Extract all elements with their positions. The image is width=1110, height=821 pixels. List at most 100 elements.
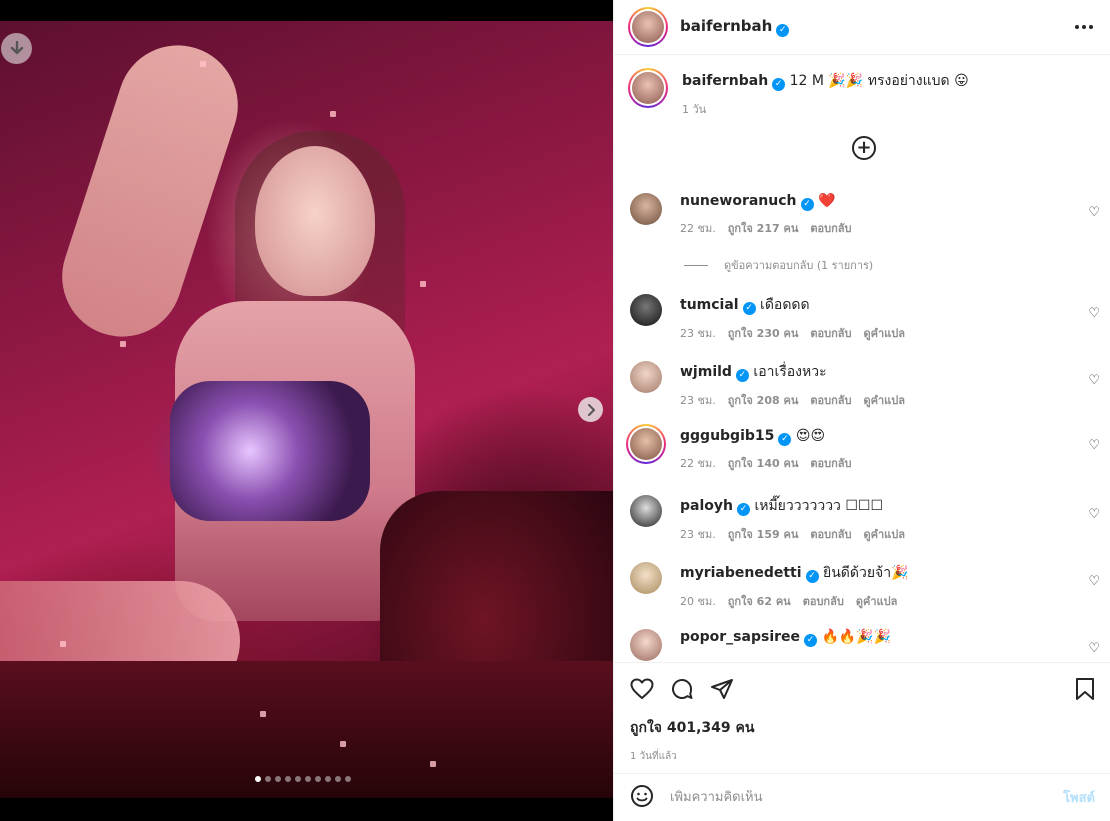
carousel-dot xyxy=(315,776,321,782)
author-avatar[interactable] xyxy=(628,68,668,108)
avatar[interactable] xyxy=(630,629,662,661)
reply-button[interactable]: ตอบกลับ xyxy=(810,394,851,407)
translate-button[interactable]: ดูคำแปล xyxy=(856,595,898,608)
caption-age: 1 วัน xyxy=(682,103,707,116)
heart-icon[interactable]: ♡ xyxy=(1088,205,1100,220)
reply-button[interactable]: ตอบกลับ xyxy=(810,222,851,235)
heart-icon[interactable]: ♡ xyxy=(1088,507,1100,522)
chevron-right-icon[interactable] xyxy=(578,397,603,422)
download-icon[interactable] xyxy=(1,33,32,64)
avatar[interactable] xyxy=(630,294,662,326)
confetti xyxy=(420,281,426,287)
comment-text: เอาเรื่องหวะ xyxy=(753,364,827,380)
confetti xyxy=(200,61,206,67)
heart-icon[interactable]: ♡ xyxy=(1088,373,1100,388)
comment-likes[interactable]: ถูกใจ 208 คน xyxy=(728,394,799,407)
more-options-icon[interactable] xyxy=(1072,25,1096,29)
avatar[interactable] xyxy=(630,495,662,527)
post-actions: ถูกใจ 401,349 คน 1 วันที่แล้ว xyxy=(614,662,1110,773)
carousel-dot xyxy=(335,776,341,782)
comment-text: ยินดีด้วยจ้า🎉 xyxy=(823,565,909,581)
comment-item: gggubgib15 ✓ 😍😍 22 ชม. ถูกใจ 140 คน ตอบกลับ… xyxy=(626,424,1100,472)
verified-badge-icon: ✓ xyxy=(736,502,750,516)
caption-text: 🎉🎉 ทรงอย่างแบด 😛 xyxy=(828,73,969,89)
view-replies[interactable]: ดูข้อความตอบกลับ (1 รายการ) xyxy=(684,256,873,274)
heart-icon[interactable] xyxy=(630,678,654,704)
comment-icon[interactable] xyxy=(670,677,694,705)
comment-likes[interactable]: ถูกใจ 140 คน xyxy=(728,457,799,470)
post-header: baifernbah ✓ xyxy=(614,0,1110,55)
heart-icon[interactable]: ♡ xyxy=(1088,641,1100,656)
post-photo[interactable] xyxy=(0,21,613,798)
comment-username[interactable]: myriabenedetti xyxy=(680,565,802,581)
confetti xyxy=(120,341,126,347)
comment-likes[interactable]: ถูกใจ 230 คน xyxy=(728,327,799,340)
comment-username[interactable]: tumcial xyxy=(680,297,739,313)
bookmark-icon[interactable] xyxy=(1075,677,1095,705)
comment-likes[interactable]: ถูกใจ 159 คน xyxy=(728,528,799,541)
verified-badge-icon: ✓ xyxy=(805,569,819,583)
confetti xyxy=(340,741,346,747)
post-age: 1 วันที่แล้ว xyxy=(630,751,677,762)
translate-button[interactable]: ดูคำแปล xyxy=(863,327,905,340)
comment-age: 23 ชม. xyxy=(680,327,716,340)
comment-age: 23 ชม. xyxy=(680,528,716,541)
comment-item: popor_sapsiree ✓ 🔥🔥🎉🎉 ♡ xyxy=(630,629,1100,661)
heart-icon[interactable]: ♡ xyxy=(1088,306,1100,321)
likes-count[interactable]: ถูกใจ 401,349 คน xyxy=(630,717,1095,739)
translate-button[interactable]: ดูคำแปล xyxy=(863,528,905,541)
confetti xyxy=(430,761,436,767)
comment-likes[interactable]: ถูกใจ 62 คน xyxy=(728,595,791,608)
send-icon[interactable] xyxy=(710,678,734,704)
carousel-dot xyxy=(305,776,311,782)
author-username[interactable]: baifernbah ✓ xyxy=(680,17,790,37)
comment-username[interactable]: wjmild xyxy=(680,364,732,380)
carousel-dot xyxy=(255,776,261,782)
avatar[interactable] xyxy=(630,361,662,393)
reply-button[interactable]: ตอบกลับ xyxy=(810,528,851,541)
emoji-icon[interactable] xyxy=(630,784,654,812)
caption-meta: 12 M xyxy=(789,73,824,89)
comment-item: nuneworanuch ✓ ❤️ 22 ชม. ถูกใจ 217 คน ตอบกล… xyxy=(630,193,1100,237)
post-viewer: baifernbah ✓ baifernbah ✓ 12 M 🎉🎉 ทรงอย่าง… xyxy=(0,0,1110,821)
comment-username[interactable]: nuneworanuch xyxy=(680,193,797,209)
comment-username[interactable]: gggubgib15 xyxy=(680,428,774,444)
comment-likes[interactable]: ถูกใจ 217 คน xyxy=(728,222,799,235)
avatar[interactable] xyxy=(630,193,662,225)
verified-badge-icon: ✓ xyxy=(776,23,790,37)
translate-button[interactable]: ดูคำแปล xyxy=(863,394,905,407)
comment-input[interactable] xyxy=(670,790,1056,805)
comment-username[interactable]: paloyh xyxy=(680,498,733,514)
heart-icon[interactable]: ♡ xyxy=(1088,574,1100,589)
comments-list[interactable]: baifernbah ✓ 12 M 🎉🎉 ทรงอย่างแบด 😛 1 วัน … xyxy=(614,56,1110,662)
heart-icon[interactable]: ♡ xyxy=(1088,438,1100,453)
comment-age: 23 ชม. xyxy=(680,394,716,407)
comment-age: 22 ชม. xyxy=(680,456,716,470)
comment-text: 😍😍 xyxy=(795,428,826,444)
avatar[interactable] xyxy=(630,562,662,594)
comment-text: ❤️ xyxy=(817,193,836,209)
view-replies-label[interactable]: ดูข้อความตอบกลับ (1 รายการ) xyxy=(724,256,873,274)
post-button[interactable]: โพสต์ xyxy=(1063,787,1095,808)
reply-button[interactable]: ตอบกลับ xyxy=(810,457,851,470)
comment-text: เดือดดด xyxy=(760,297,810,313)
reply-button[interactable]: ตอบกลับ xyxy=(803,595,844,608)
plus-circle-icon[interactable]: + xyxy=(852,136,876,160)
carousel-dot xyxy=(265,776,271,782)
media-pane xyxy=(0,0,613,821)
comment-text: 🔥🔥🎉🎉 xyxy=(821,629,892,645)
comment-item: wjmild ✓ เอาเรื่องหวะ 23 ชม. ถูกใจ 208 คน ต… xyxy=(630,361,1100,409)
carousel-indicator xyxy=(255,776,351,782)
reply-button[interactable]: ตอบกลับ xyxy=(810,327,851,340)
author-avatar[interactable] xyxy=(628,7,668,47)
comment-username[interactable]: popor_sapsiree xyxy=(680,629,800,645)
confetti xyxy=(260,711,266,717)
comment-age: 20 ชม. xyxy=(680,595,716,608)
comment-text: เหมี๊ยววววววว ☐☐☐ xyxy=(754,498,884,514)
carousel-dot xyxy=(325,776,331,782)
verified-badge-icon: ✓ xyxy=(735,368,749,382)
caption-username[interactable]: baifernbah xyxy=(682,73,768,89)
carousel-dot xyxy=(275,776,281,782)
comment-age: 22 ชม. xyxy=(680,221,716,235)
avatar[interactable] xyxy=(626,424,666,464)
